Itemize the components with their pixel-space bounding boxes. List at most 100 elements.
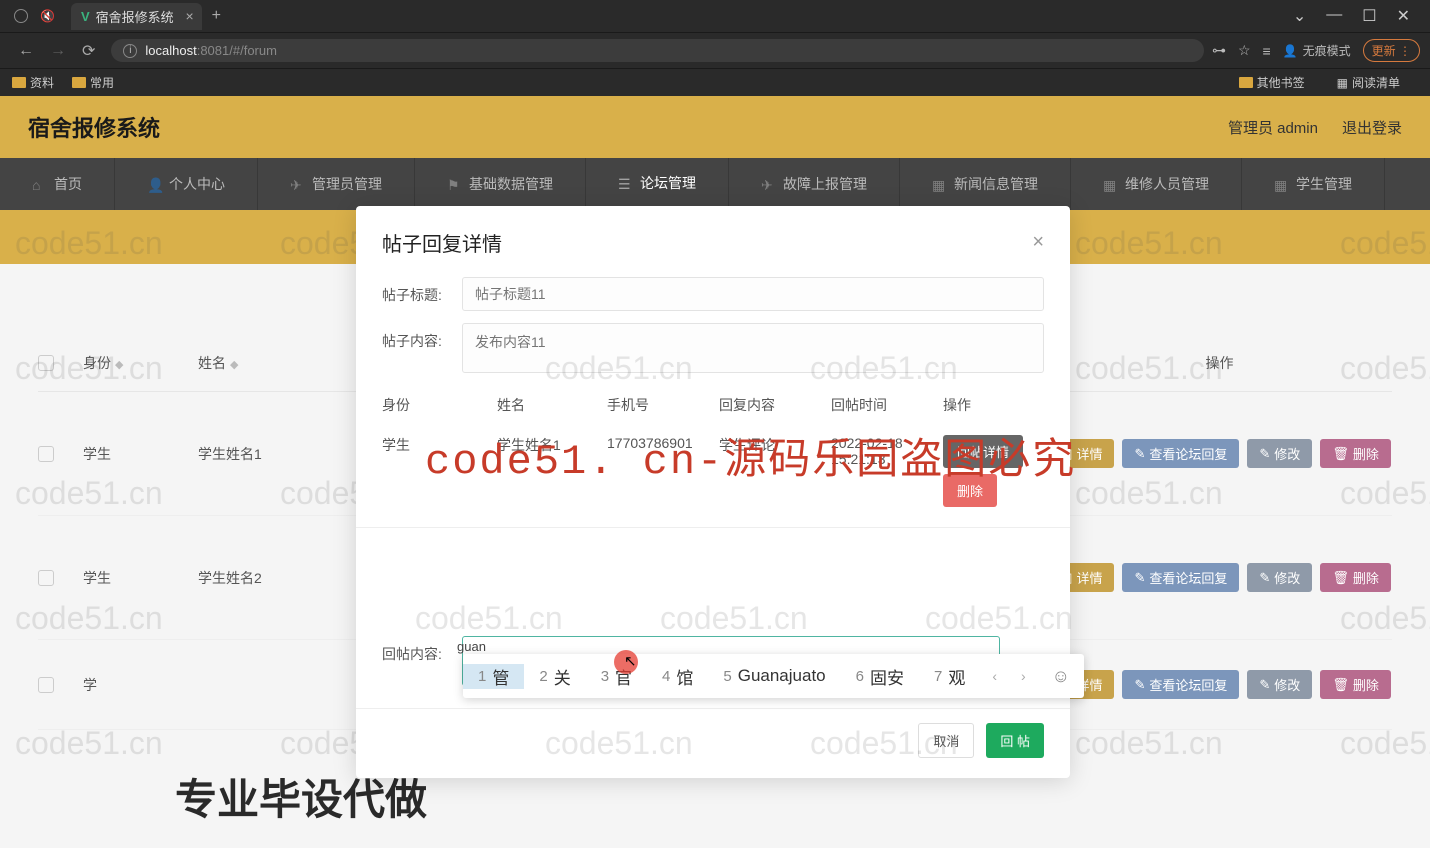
view-replies-button[interactable]: ✎ 查看论坛回复 bbox=[1122, 439, 1239, 468]
url-path: /#/forum bbox=[229, 43, 277, 58]
key-icon[interactable]: ⊶ bbox=[1212, 42, 1226, 59]
nav-profile[interactable]: 👤个人中心 bbox=[115, 158, 258, 210]
col-name[interactable]: 姓名◆ bbox=[198, 353, 330, 373]
window-minimize-icon[interactable]: ― bbox=[1326, 6, 1342, 26]
delete-button[interactable]: 🗑 删除 bbox=[1320, 439, 1391, 468]
ime-emoji-button[interactable]: ☺ bbox=[1038, 666, 1084, 687]
nav-forum[interactable]: ☰论坛管理 bbox=[586, 158, 729, 210]
sound-icon[interactable]: 🔇 bbox=[40, 9, 55, 23]
ime-candidate[interactable]: 4馆 bbox=[647, 664, 708, 689]
reading-list[interactable]: ▦阅读清单 bbox=[1337, 74, 1400, 91]
window-close-icon[interactable]: ✕ bbox=[1397, 6, 1410, 26]
select-all-checkbox[interactable] bbox=[38, 355, 54, 371]
vue-logo-icon: V bbox=[81, 9, 90, 24]
ime-candidate[interactable]: 6固安 bbox=[841, 664, 919, 689]
modal-close-button[interactable]: × bbox=[1032, 231, 1044, 254]
ime-candidate[interactable]: 5Guanajuato bbox=[708, 666, 840, 686]
watermark: code51.cn bbox=[1075, 725, 1223, 762]
new-tab-button[interactable]: + bbox=[212, 7, 221, 25]
bookmark-folder[interactable]: 常用 bbox=[72, 74, 114, 91]
nav-basedata[interactable]: ⚑基础数据管理 bbox=[415, 158, 586, 210]
news-icon: ▦ bbox=[1274, 177, 1288, 191]
window-maximize-icon[interactable]: ☐ bbox=[1362, 6, 1376, 26]
ime-next-page[interactable]: › bbox=[1009, 668, 1038, 684]
edit-button[interactable]: ✎ 修改 bbox=[1247, 439, 1312, 468]
modal-title: 帖子回复详情 bbox=[382, 228, 502, 257]
logout-link[interactable]: 退出登录 bbox=[1342, 117, 1402, 138]
ime-candidate-bar[interactable]: 1管 2关 3官 4馆 5Guanajuato 6固安 7观 ‹ › ☺ bbox=[463, 654, 1084, 698]
url-host: localhost bbox=[145, 43, 196, 58]
folder-icon bbox=[72, 77, 86, 88]
incognito-badge: 👤无痕模式 bbox=[1283, 42, 1351, 59]
cell-identity: 学 bbox=[83, 675, 198, 695]
home-icon: ⌂ bbox=[32, 177, 46, 191]
cancel-button[interactable]: 取消 bbox=[918, 723, 974, 758]
nav-faults[interactable]: ✈故障上报管理 bbox=[729, 158, 900, 210]
label-post-content: 帖子内容: bbox=[382, 323, 462, 351]
ime-candidate[interactable]: 2关 bbox=[524, 664, 585, 689]
ime-composition-text: guan bbox=[457, 639, 486, 654]
nav-home[interactable]: ⌂首页 bbox=[0, 158, 115, 210]
user-icon: 👤 bbox=[147, 177, 161, 191]
row-checkbox[interactable] bbox=[38, 677, 54, 693]
plane-icon: ✈ bbox=[761, 177, 775, 191]
browser-tab[interactable]: V 宿舍报修系统 × bbox=[71, 3, 202, 30]
label-post-title: 帖子标题: bbox=[382, 277, 462, 305]
browser-tab-bar: 🔇 V 宿舍报修系统 × + ⌄ ― ☐ ✕ bbox=[0, 0, 1430, 32]
edit-button[interactable]: ✎ 修改 bbox=[1247, 670, 1312, 699]
sort-icon: ◆ bbox=[115, 359, 123, 371]
flag-icon: ⚑ bbox=[447, 177, 461, 191]
watermark: code51.cn bbox=[15, 725, 163, 762]
cell-name: 学生姓名2 bbox=[198, 568, 330, 588]
other-bookmarks[interactable]: 其他书签 bbox=[1239, 74, 1305, 91]
extension-icon[interactable]: ≡ bbox=[1263, 43, 1271, 59]
post-content-input[interactable] bbox=[462, 323, 1044, 373]
ime-candidate[interactable]: 1管 bbox=[463, 664, 524, 689]
current-user[interactable]: 管理员 admin bbox=[1228, 117, 1318, 138]
col-identity[interactable]: 身份◆ bbox=[83, 353, 198, 373]
row-checkbox[interactable] bbox=[38, 570, 54, 586]
site-info-icon[interactable]: i bbox=[123, 44, 137, 58]
news-icon: ▦ bbox=[1103, 177, 1117, 191]
bookmark-star-icon[interactable]: ☆ bbox=[1238, 42, 1251, 59]
divider bbox=[356, 527, 1070, 528]
url-input[interactable]: i localhost:8081/#/forum bbox=[111, 39, 1204, 62]
forward-button[interactable]: → bbox=[50, 42, 66, 60]
nav-news[interactable]: ▦新闻信息管理 bbox=[900, 158, 1071, 210]
cell-identity: 学生 bbox=[83, 444, 198, 464]
ime-prev-page[interactable]: ‹ bbox=[980, 668, 1009, 684]
edit-button[interactable]: ✎ 修改 bbox=[1247, 563, 1312, 592]
folder-icon bbox=[1239, 77, 1253, 88]
plane-icon: ✈ bbox=[290, 177, 304, 191]
cell-identity: 学生 bbox=[83, 568, 198, 588]
watermark-overlay-red: code51. cn-源码乐园盗图必究 bbox=[425, 425, 1076, 486]
incognito-icon: 👤 bbox=[1283, 44, 1298, 58]
list-icon: ▦ bbox=[1337, 76, 1348, 90]
ime-candidate[interactable]: 7观 bbox=[919, 664, 980, 689]
col-ops: 操作 bbox=[1047, 353, 1392, 373]
view-replies-button[interactable]: ✎ 查看论坛回复 bbox=[1122, 563, 1239, 592]
label-reply-content: 回帖内容: bbox=[382, 636, 462, 664]
bookmark-folder[interactable]: 资料 bbox=[12, 74, 54, 91]
sort-icon: ◆ bbox=[230, 359, 238, 371]
nav-repairers[interactable]: ▦维修人员管理 bbox=[1071, 158, 1242, 210]
window-dropdown-icon[interactable]: ⌄ bbox=[1293, 6, 1306, 26]
nav-students[interactable]: ▦学生管理 bbox=[1242, 158, 1385, 210]
news-icon: ▦ bbox=[932, 177, 946, 191]
delete-button[interactable]: 🗑 删除 bbox=[1320, 563, 1391, 592]
folder-icon bbox=[12, 77, 26, 88]
reply-table-header: 身份 姓名 手机号 回复内容 回帖时间 操作 bbox=[382, 385, 1044, 425]
back-button[interactable]: ← bbox=[18, 42, 34, 60]
close-tab-icon[interactable]: × bbox=[185, 8, 193, 24]
bookmark-bar: 资料 常用 其他书签 ▦阅读清单 bbox=[0, 68, 1430, 96]
submit-reply-button[interactable]: 回 帖 bbox=[986, 723, 1044, 758]
update-button[interactable]: 更新 ⋮ bbox=[1363, 39, 1420, 62]
app-title: 宿舍报修系统 bbox=[28, 111, 160, 143]
url-port: :8081 bbox=[197, 43, 230, 58]
view-replies-button[interactable]: ✎ 查看论坛回复 bbox=[1122, 670, 1239, 699]
nav-admin[interactable]: ✈管理员管理 bbox=[258, 158, 415, 210]
reload-button[interactable]: ⟳ bbox=[82, 41, 95, 61]
row-checkbox[interactable] bbox=[38, 446, 54, 462]
post-title-input[interactable] bbox=[462, 277, 1044, 311]
delete-button[interactable]: 🗑 删除 bbox=[1320, 670, 1391, 699]
